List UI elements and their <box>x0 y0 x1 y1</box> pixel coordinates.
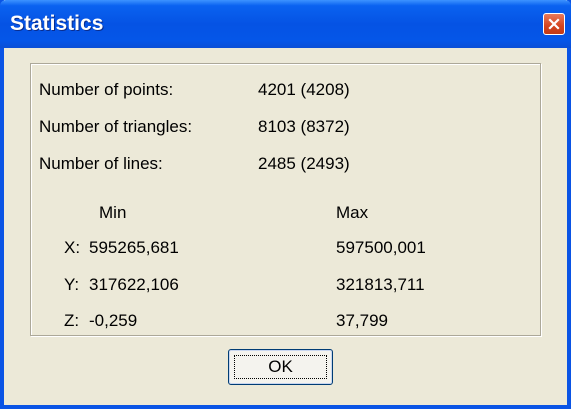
close-icon <box>548 18 560 30</box>
points-value: 4201 (4208) <box>258 80 350 99</box>
points-label: Number of points: <box>39 80 174 99</box>
min-header: Min <box>99 203 127 222</box>
window-title: Statistics <box>10 12 104 35</box>
triangles-label: Number of triangles: <box>39 117 193 136</box>
lines-value: 2485 (2493) <box>258 154 350 173</box>
x-max-value: 597500,001 <box>336 238 426 257</box>
x-axis-label: X: <box>64 238 81 257</box>
title-bar[interactable]: Statistics <box>0 0 571 48</box>
z-min-value: -0,259 <box>89 311 138 330</box>
triangles-value: 8103 (8372) <box>258 117 350 136</box>
lines-label: Number of lines: <box>39 154 163 173</box>
z-axis-label: Z: <box>64 311 80 330</box>
statistics-group <box>30 63 541 336</box>
ok-button[interactable]: OK <box>228 349 333 385</box>
y-axis-label: Y: <box>64 275 80 294</box>
statistics-dialog: Statistics Number of points: 4201 (4208)… <box>0 0 571 409</box>
z-max-value: 37,799 <box>336 311 388 330</box>
y-min-value: 317622,106 <box>89 275 179 294</box>
max-header: Max <box>336 203 369 222</box>
close-button[interactable] <box>543 13 565 35</box>
ok-button-label: OK <box>234 355 327 379</box>
x-min-value: 595265,681 <box>89 238 179 257</box>
y-max-value: 321813,711 <box>336 275 425 294</box>
